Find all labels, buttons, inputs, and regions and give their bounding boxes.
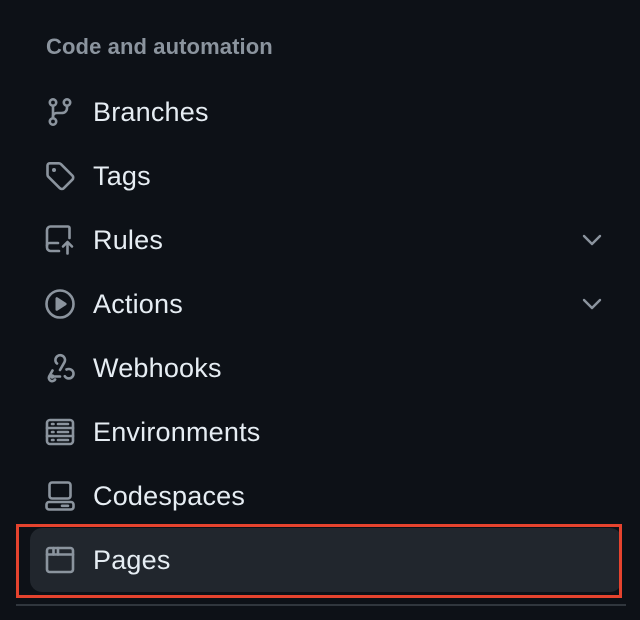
- chevron-down-icon[interactable]: [580, 228, 604, 252]
- section-heading: Code and automation: [46, 34, 273, 59]
- settings-sidebar: Code and automation Branches Tags Rules …: [0, 0, 640, 620]
- sidebar-item-webhooks[interactable]: Webhooks: [30, 336, 622, 400]
- sidebar-item-branches[interactable]: Branches: [30, 80, 622, 144]
- repo-push-icon: [44, 224, 76, 256]
- sidebar-item-label: Pages: [93, 545, 171, 575]
- sidebar-item-tags[interactable]: Tags: [30, 144, 622, 208]
- codespaces-icon: [44, 480, 76, 512]
- sidebar-item-label: Actions: [93, 289, 183, 319]
- sidebar-item-label: Tags: [93, 161, 151, 191]
- sidebar-item-codespaces[interactable]: Codespaces: [30, 464, 622, 528]
- sidebar-item-label: Codespaces: [93, 481, 246, 511]
- play-icon: [44, 288, 76, 320]
- server-icon: [44, 416, 76, 448]
- sidebar-item-pages[interactable]: Pages: [30, 528, 622, 592]
- git-branch-icon: [44, 96, 76, 128]
- sidebar-item-label: Rules: [93, 225, 164, 255]
- sidebar-item-label: Webhooks: [93, 353, 222, 383]
- sidebar-item-rules[interactable]: Rules: [30, 208, 622, 272]
- nav-list: Branches Tags Rules Actions Webhooks Env…: [30, 80, 622, 592]
- divider: [16, 604, 626, 606]
- tag-icon: [44, 160, 76, 192]
- sidebar-item-label: Environments: [93, 417, 261, 447]
- sidebar-item-environments[interactable]: Environments: [30, 400, 622, 464]
- sidebar-item-actions[interactable]: Actions: [30, 272, 622, 336]
- chevron-down-icon[interactable]: [580, 292, 604, 316]
- webhook-icon: [44, 352, 76, 384]
- sidebar-item-label: Branches: [93, 97, 209, 127]
- browser-icon: [44, 544, 76, 576]
